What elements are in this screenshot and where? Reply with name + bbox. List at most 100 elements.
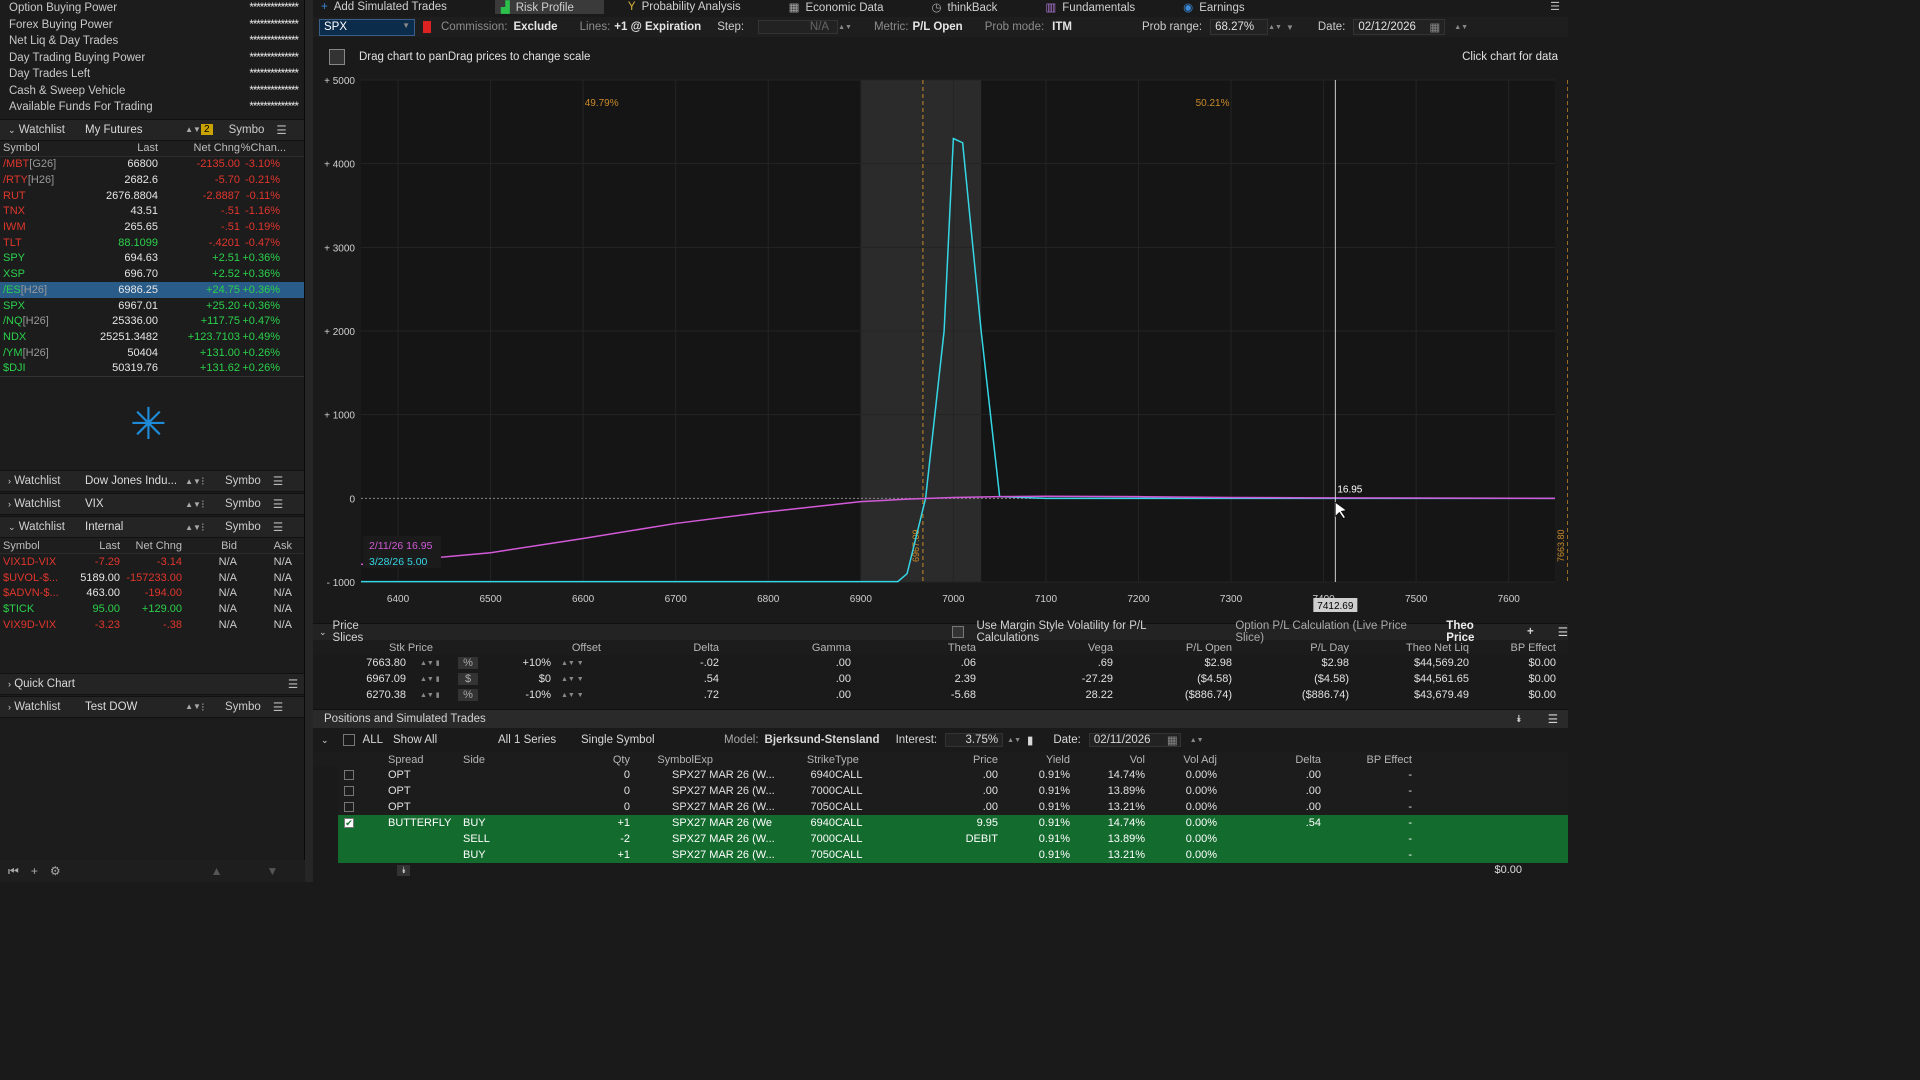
slice-price[interactable]: 6270.38 bbox=[313, 689, 406, 701]
pos-col-exp[interactable]: Exp bbox=[694, 754, 777, 766]
menu-icon[interactable]: ☰ bbox=[267, 474, 289, 488]
calendar-icon[interactable]: ▦ bbox=[1429, 20, 1440, 34]
slice-price[interactable]: 6967.09 bbox=[313, 673, 406, 685]
add-slice-icon[interactable]: + bbox=[1527, 626, 1534, 638]
watchlist-row[interactable]: /ES[H26] 6986.25 +24.75 +0.36% bbox=[0, 282, 304, 298]
position-row[interactable]: OPT 0 SPX 27 MAR 26 (W... 7000 CALL .00 0.91% 13… bbox=[338, 783, 1568, 799]
spinner-icon[interactable]: ▲▼ bbox=[185, 702, 201, 711]
col-net-change[interactable]: Net Chng bbox=[120, 540, 182, 552]
chevron-down-icon[interactable]: ⌄ bbox=[321, 735, 329, 746]
watchlist-header-internal[interactable]: ⌄ Watchlist Internal ▲▼ ⁝ Symbo ☰ bbox=[0, 516, 304, 539]
expand-icon[interactable]: ⯯ bbox=[397, 864, 411, 876]
pos-spread[interactable]: OPT bbox=[388, 785, 463, 797]
watchlist-row[interactable]: $TICK 95.00 +129.00 N/A N/A bbox=[0, 601, 304, 617]
offset-spinner-icon[interactable]: ▲▼ ▼ bbox=[551, 676, 601, 683]
tab-earnings[interactable]: ◉ Earnings bbox=[1183, 0, 1268, 14]
pos-col-type[interactable]: Type bbox=[835, 754, 931, 766]
spinner-icon[interactable]: ▲▼ bbox=[185, 125, 201, 134]
slice-offset[interactable]: -10% bbox=[478, 689, 551, 701]
calc-select[interactable]: Theo Price bbox=[1446, 620, 1505, 644]
watchlist-row[interactable]: $DJI 50319.76 +131.62 +0.26% bbox=[0, 360, 304, 376]
watchlist-row[interactable]: RUT 2676.8804 -2.8887 -0.11% bbox=[0, 188, 304, 204]
lock-icon[interactable]: ▮ bbox=[1027, 733, 1033, 747]
select-all-checkbox[interactable] bbox=[342, 734, 355, 746]
scroll-down-icon[interactable]: ▼ bbox=[266, 864, 278, 878]
menu-icon[interactable]: ☰ bbox=[267, 700, 289, 714]
watchlist-row[interactable]: IWM 265.65 -.51 -0.19% bbox=[0, 219, 304, 235]
link-icon[interactable]: ⁝ bbox=[201, 474, 215, 488]
symbol-input[interactable]: SPX ▼ bbox=[319, 18, 415, 36]
row-checkbox[interactable] bbox=[338, 801, 388, 813]
symbol-field[interactable]: Symbo bbox=[215, 701, 267, 713]
pos-qty[interactable]: 0 bbox=[558, 769, 630, 781]
col-pct-change[interactable]: %Chan... bbox=[240, 142, 294, 154]
ps-col-gamma[interactable]: Gamma bbox=[719, 642, 851, 654]
ps-col-delta[interactable]: Delta bbox=[601, 642, 719, 654]
tab-fundamentals[interactable]: ▥ Fundamentals bbox=[1045, 0, 1159, 14]
ps-col-theo-net-liq[interactable]: Theo Net Liq bbox=[1349, 642, 1469, 654]
watchlist-select[interactable]: Dow Jones Indu... bbox=[75, 475, 185, 487]
probmode-select[interactable]: ITM bbox=[1052, 21, 1072, 33]
step-spinner-icon[interactable]: ▲▼ bbox=[838, 24, 852, 31]
pos-col-strike[interactable]: Strike bbox=[777, 754, 835, 766]
ps-col-vega[interactable]: Vega bbox=[976, 642, 1113, 654]
scroll-up-icon[interactable]: ▲ bbox=[211, 864, 223, 878]
position-row[interactable]: OPT 0 SPX 27 MAR 26 (W... 6940 CALL .00 0.91% 14… bbox=[338, 767, 1568, 783]
interest-input[interactable]: 3.75% bbox=[945, 733, 1004, 747]
ps-col-stk-price[interactable]: Stk Price bbox=[313, 642, 433, 654]
row-checkbox[interactable] bbox=[338, 785, 388, 797]
ps-col-bp-effect[interactable]: BP Effect bbox=[1469, 642, 1556, 654]
watchlist-row[interactable]: SPX 6967.01 +25.20 +0.36% bbox=[0, 298, 304, 314]
watchlist-select[interactable]: Internal bbox=[75, 521, 185, 533]
commission-select[interactable]: Exclude bbox=[513, 21, 557, 33]
pos-price[interactable]: .00 bbox=[931, 801, 998, 813]
offset-unit[interactable]: % bbox=[458, 689, 478, 701]
watchlist-row[interactable]: NDX 25251.3482 +123.7103 +0.49% bbox=[0, 329, 304, 345]
symbol-field[interactable]: Symbo bbox=[215, 521, 267, 533]
series-select[interactable]: All 1 Series bbox=[498, 734, 581, 746]
price-slice-row[interactable]: 6270.38 ▲▼ ▮% -10% ▲▼ ▼ .72 .00 -5.68 28.22 ($88… bbox=[313, 687, 1568, 703]
pos-col-yield[interactable]: Yield bbox=[998, 754, 1070, 766]
ps-col-p-l-open[interactable]: P/L Open bbox=[1113, 642, 1232, 654]
quick-chart-header[interactable]: › Quick Chart ☰ bbox=[0, 672, 304, 695]
price-slice-row[interactable]: 7663.80 ▲▼ ▮% +10% ▲▼ ▼ -.02 .00 .06 .69 $2.98 $2… bbox=[313, 655, 1568, 671]
interest-spinner-icon[interactable]: ▲▼ bbox=[1007, 737, 1021, 744]
pos-side[interactable]: BUY bbox=[463, 817, 558, 829]
watchlist-row[interactable]: /NQ[H26] 25336.00 +117.75 +0.47% bbox=[0, 313, 304, 329]
slice-spinner-icon[interactable]: ▲▼ ▮ bbox=[406, 659, 458, 667]
position-row[interactable]: BUY +1 SPX 27 MAR 26 (W... 7050 CALL 0.91% 13.2… bbox=[338, 847, 1568, 863]
slice-offset[interactable]: +10% bbox=[478, 657, 551, 669]
watchlist-row[interactable]: VIX9D-VIX -3.23 -.38 N/A N/A bbox=[0, 617, 304, 633]
first-page-icon[interactable]: ⏮ bbox=[8, 864, 19, 879]
link-icon[interactable]: ⁝ bbox=[201, 520, 215, 534]
slice-price[interactable]: 7663.80 bbox=[313, 657, 406, 669]
menu-icon[interactable]: ☰ bbox=[271, 123, 293, 137]
gear-icon[interactable]: ⚙ bbox=[50, 864, 61, 878]
pos-adj[interactable]: 0.00% bbox=[1145, 817, 1217, 829]
col-ask[interactable]: Ask bbox=[237, 540, 292, 552]
model-select[interactable]: Bjerksund-Stensland bbox=[765, 734, 880, 746]
pos-col-price[interactable]: Price bbox=[931, 754, 998, 766]
position-row[interactable]: SELL -2 SPX 27 MAR 26 (W... 7000 CALL DEBIT 0.9… bbox=[338, 831, 1568, 847]
pos-adj[interactable]: 0.00% bbox=[1145, 833, 1217, 845]
row-checkbox[interactable] bbox=[338, 769, 388, 781]
probrange-dropdown-icon[interactable]: ▼ bbox=[1286, 23, 1294, 32]
pos-qty[interactable]: 0 bbox=[558, 785, 630, 797]
probrange-spinner-icon[interactable]: ▲▼ bbox=[1268, 24, 1282, 31]
tab-thinkback[interactable]: ◷ thinkBack bbox=[932, 0, 1022, 14]
offset-spinner-icon[interactable]: ▲▼ ▼ bbox=[551, 660, 601, 667]
pos-price[interactable]: .00 bbox=[931, 785, 998, 797]
pos-side[interactable]: SELL bbox=[463, 833, 558, 845]
tab-risk-profile[interactable]: ▟ Risk Profile bbox=[494, 0, 604, 14]
tab-economic-data[interactable]: ▦ Economic Data bbox=[789, 0, 908, 14]
probrange-input[interactable]: 68.27% bbox=[1210, 19, 1269, 35]
symbol-field[interactable]: Symbo bbox=[215, 475, 267, 487]
watchlist-select[interactable]: VIX bbox=[75, 498, 185, 510]
symbol-field[interactable]: Symbo bbox=[215, 498, 267, 510]
watchlist-row[interactable]: XSP 696.70 +2.52 +0.36% bbox=[0, 266, 304, 282]
watchlist-row[interactable]: $ADVN-$... 463.00 -194.00 N/A N/A bbox=[0, 586, 304, 602]
watchlist-row[interactable]: /RTY[H26] 2682.6 -5.70 -0.21% bbox=[0, 172, 304, 188]
risk-profile-chart[interactable]: 6400 6500 6600 6700 6800 6900 7000 7100 7200 7300… bbox=[313, 70, 1568, 615]
watchlist-row[interactable]: VIX1D-VIX -7.29 -3.14 N/A N/A bbox=[0, 554, 304, 570]
watchlist-row[interactable]: $UVOL-$... 5189.00 -157233.00 N/A N/A bbox=[0, 570, 304, 586]
